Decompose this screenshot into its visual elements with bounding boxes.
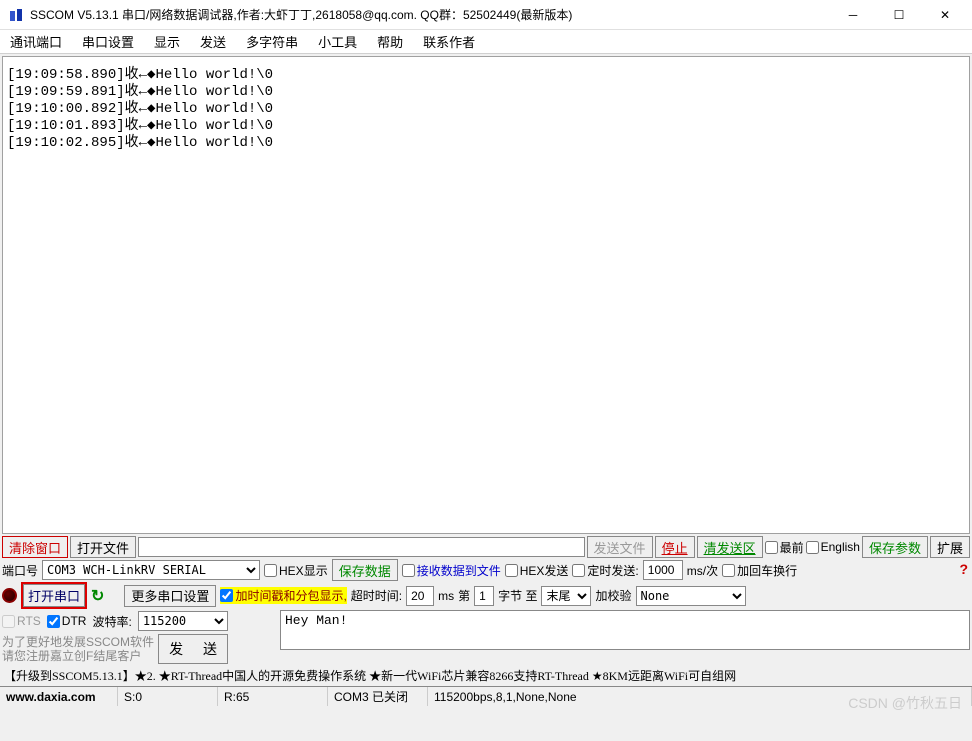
add-check-label: 加校验 bbox=[595, 587, 631, 604]
send-file-button[interactable]: 发送文件 bbox=[587, 536, 653, 558]
timed-interval-input[interactable] bbox=[643, 560, 683, 580]
add-crlf-checkbox[interactable]: 加回车换行 bbox=[722, 562, 797, 579]
menu-send[interactable]: 发送 bbox=[196, 30, 230, 53]
menu-tools[interactable]: 小工具 bbox=[314, 30, 361, 53]
menu-port[interactable]: 通讯端口 bbox=[6, 30, 66, 53]
more-settings-button[interactable]: 更多串口设置 bbox=[124, 585, 216, 607]
nth-label: 第 bbox=[458, 587, 470, 604]
window-title: SSCOM V5.13.1 串口/网络数据调试器,作者:大虾丁丁,2618058… bbox=[30, 6, 830, 23]
status-config: 115200bps,8,1,None,None bbox=[428, 687, 972, 706]
app-icon bbox=[8, 7, 24, 23]
stop-button[interactable]: 停止 bbox=[655, 536, 695, 558]
status-url[interactable]: www.daxia.com bbox=[0, 687, 118, 706]
menu-display[interactable]: 显示 bbox=[150, 30, 184, 53]
nth-input[interactable] bbox=[474, 586, 494, 606]
rts-checkbox[interactable]: RTS bbox=[2, 614, 41, 628]
open-file-button[interactable]: 打开文件 bbox=[70, 536, 136, 558]
clear-send-button[interactable]: 清发送区 bbox=[697, 536, 763, 558]
promo-text-1: 为了更好地发展SSCOM软件 bbox=[2, 635, 154, 649]
port-label: 端口号 bbox=[2, 562, 38, 579]
timed-unit-label: ms/次 bbox=[687, 562, 718, 579]
maximize-button[interactable]: ☐ bbox=[876, 0, 922, 30]
file-path-input[interactable] bbox=[138, 537, 585, 557]
topmost-checkbox[interactable]: 最前 bbox=[765, 539, 804, 556]
clear-window-button[interactable]: 清除窗口 bbox=[2, 536, 68, 558]
footer-ad: 【升级到SSCOM5.13.1】★2. ★RT-Thread中国人的开源免费操作… bbox=[0, 665, 972, 686]
send-textarea[interactable] bbox=[280, 610, 970, 650]
menu-help[interactable]: 帮助 bbox=[373, 30, 407, 53]
menu-contact[interactable]: 联系作者 bbox=[419, 30, 479, 53]
checksum-select[interactable]: None bbox=[636, 586, 746, 606]
status-bar: www.daxia.com S:0 R:65 COM3 已关闭 115200bp… bbox=[0, 686, 972, 706]
dtr-checkbox[interactable]: DTR bbox=[47, 614, 87, 628]
expand-button[interactable]: 扩展 bbox=[930, 536, 970, 558]
close-button[interactable]: ✕ bbox=[922, 0, 968, 30]
hex-display-checkbox[interactable]: HEX显示 bbox=[264, 562, 328, 579]
timestamp-checkbox[interactable]: 加时间戳和分包显示, bbox=[220, 587, 346, 604]
end-select[interactable]: 末尾 bbox=[541, 586, 591, 606]
open-port-button[interactable]: 打开串口 bbox=[23, 584, 85, 607]
timeout-label: 超时时间: bbox=[351, 587, 402, 604]
minimize-button[interactable]: ─ bbox=[830, 0, 876, 30]
output-log[interactable]: [19:09:58.890]收←◆Hello world!\0 [19:09:5… bbox=[2, 56, 970, 534]
port-select[interactable]: COM3 WCH-LinkRV SERIAL bbox=[42, 560, 260, 580]
send-button[interactable]: 发 送 bbox=[158, 634, 228, 664]
ms-label: ms bbox=[438, 589, 454, 603]
port-status-icon bbox=[2, 588, 17, 603]
save-params-button[interactable]: 保存参数 bbox=[862, 536, 928, 558]
timeout-input[interactable] bbox=[406, 586, 434, 606]
help-icon[interactable]: ? bbox=[959, 561, 968, 577]
timed-send-checkbox[interactable]: 定时发送: bbox=[572, 562, 638, 579]
baud-select[interactable]: 115200 bbox=[138, 611, 228, 631]
promo-text-2: 请您注册嘉立创F结尾客户 bbox=[2, 649, 154, 663]
status-port: COM3 已关闭 bbox=[328, 687, 428, 706]
english-checkbox[interactable]: English bbox=[806, 540, 860, 554]
menu-serial-settings[interactable]: 串口设置 bbox=[78, 30, 138, 53]
baud-label: 波特率: bbox=[92, 613, 131, 630]
byte-to-label: 字节 至 bbox=[498, 587, 537, 604]
save-data-button[interactable]: 保存数据 bbox=[332, 559, 398, 581]
status-recv: R:65 bbox=[218, 687, 328, 706]
recv-to-file-checkbox[interactable]: 接收数据到文件 bbox=[402, 562, 501, 579]
hex-send-checkbox[interactable]: HEX发送 bbox=[505, 562, 569, 579]
menu-multistring[interactable]: 多字符串 bbox=[242, 30, 302, 53]
menu-bar: 通讯端口 串口设置 显示 发送 多字符串 小工具 帮助 联系作者 bbox=[0, 30, 972, 54]
refresh-icon[interactable]: ↻ bbox=[91, 586, 104, 606]
status-sent: S:0 bbox=[118, 687, 218, 706]
